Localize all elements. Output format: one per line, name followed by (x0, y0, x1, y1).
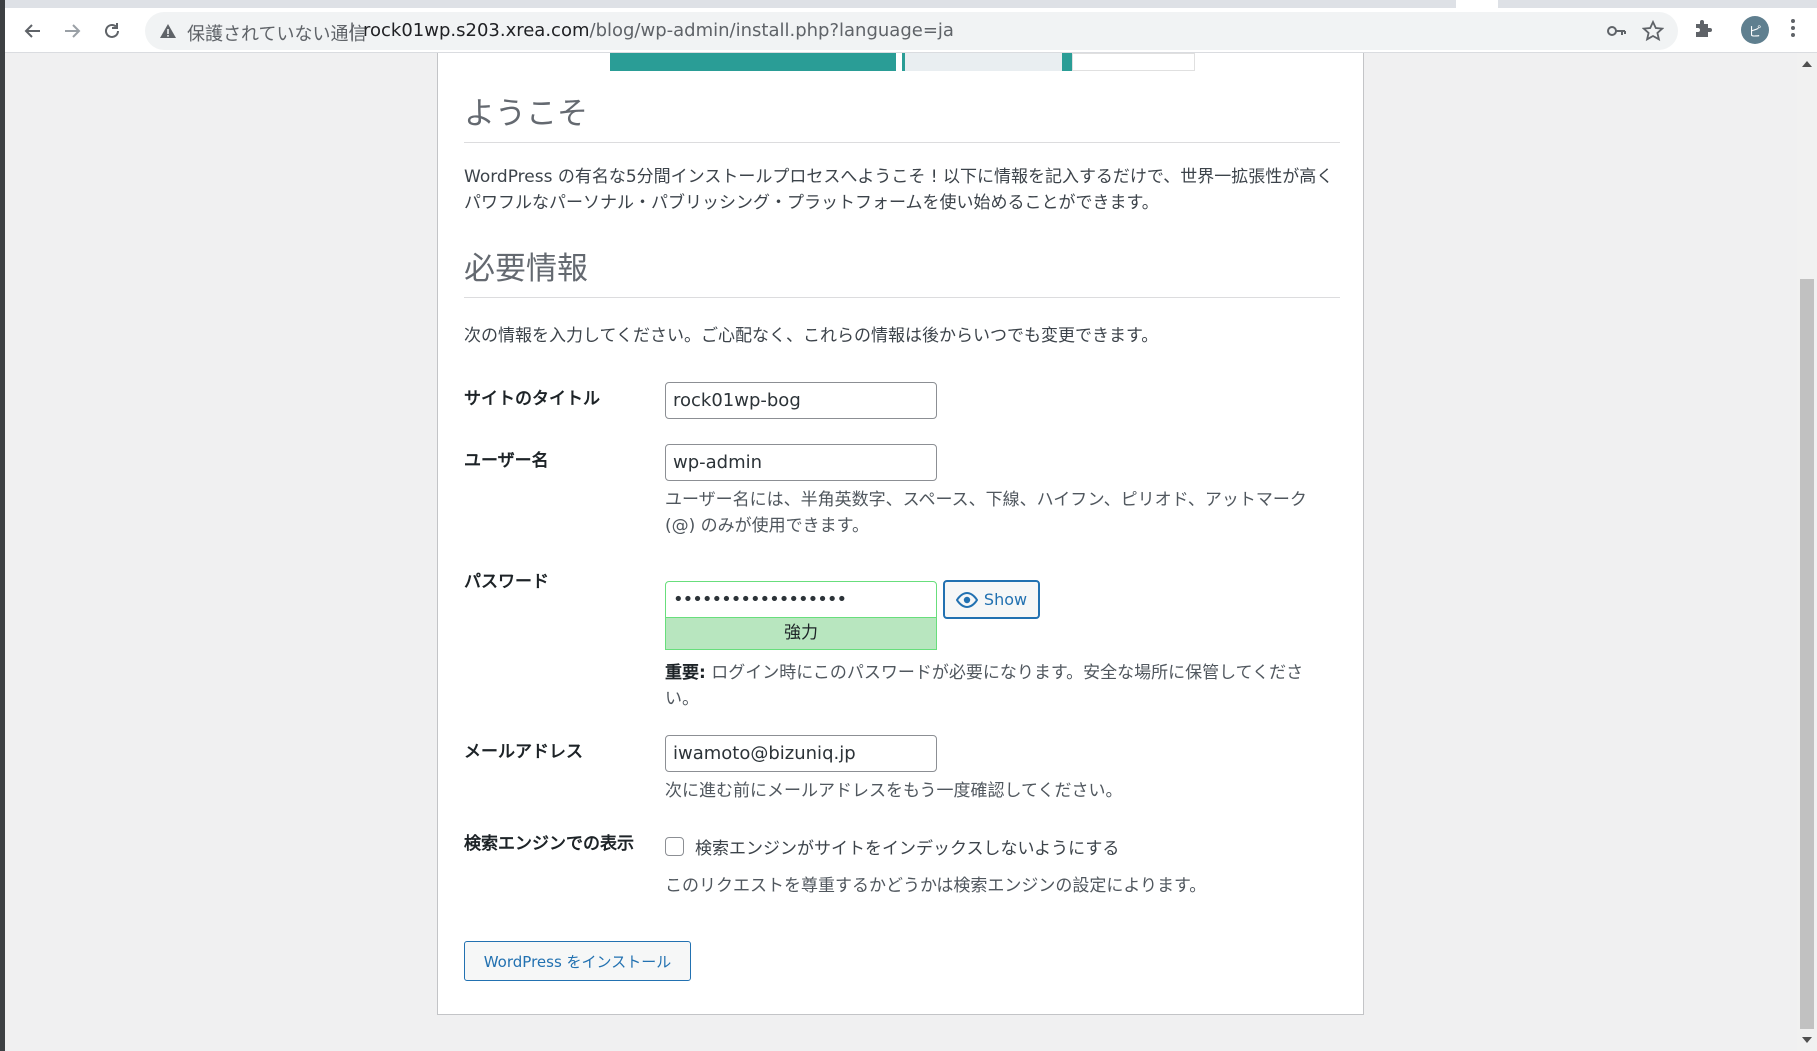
password-label: パスワード (464, 572, 549, 592)
show-password-button[interactable]: Show (943, 580, 1040, 619)
install-wordpress-button[interactable]: WordPress をインストール (464, 941, 691, 981)
username-label: ユーザー名 (464, 451, 549, 471)
extensions-icon[interactable] (1692, 18, 1714, 40)
tab-strip (5, 0, 1817, 8)
scroll-thumb[interactable] (1800, 279, 1814, 1029)
divider (464, 297, 1340, 298)
url-path: /blog/wp-admin/install.php?language=ja (589, 20, 954, 41)
url-divider: | (349, 20, 356, 41)
show-password-label: Show (983, 590, 1028, 609)
password-description-text: ログイン時にこのパスワードが必要になります。安全な場所に保管してください。 (665, 663, 1304, 709)
wordpress-logo-banner (610, 53, 1195, 71)
warning-icon (160, 24, 176, 38)
required-info-text: 次の情報を入力してください。ご心配なく、これらの情報は後からいつでも変更できます… (464, 326, 1159, 346)
site-title-label: サイトのタイトル (464, 389, 600, 409)
welcome-title: ようこそ (464, 96, 588, 132)
reload-icon (105, 23, 119, 38)
required-info-title: 必要情報 (464, 251, 588, 287)
email-label: メールアドレス (464, 742, 583, 762)
url-text: rock01wp.s203.xrea.com/blog/wp-admin/ins… (363, 20, 954, 41)
reload-button[interactable] (95, 14, 129, 48)
scroll-up-arrow-icon[interactable] (1802, 61, 1812, 67)
divider (464, 142, 1340, 143)
url-host: rock01wp.s203.xrea.com (363, 20, 590, 41)
email-description: 次に進む前にメールアドレスをもう一度確認してください。 (665, 781, 1123, 801)
search-visibility-label: 検索エンジンでの表示 (464, 834, 634, 854)
install-card: ようこそ WordPress の有名な5分間インストールプロセスへようこそ ! … (437, 53, 1364, 1015)
back-arrow-icon (24, 24, 40, 38)
important-label: 重要: (665, 663, 706, 683)
profile-avatar[interactable]: ピ (1741, 16, 1769, 44)
forward-button[interactable] (55, 14, 89, 48)
window-edge (0, 0, 5, 1051)
username-description: ユーザー名には、半角英数字、スペース、下線、ハイフン、ピリオド、アットマーク (… (665, 490, 1307, 536)
security-label: 保護されていない通信 (187, 24, 367, 45)
menu-icon[interactable] (1789, 16, 1797, 42)
address-bar[interactable]: 保護されていない通信 | rock01wp.s203.xrea.com/blog… (145, 12, 1678, 50)
eye-icon (955, 591, 978, 608)
forward-arrow-icon (65, 24, 81, 38)
password-description: 重要: ログイン時にこのパスワードが必要になります。安全な場所に保管してください… (665, 660, 1305, 712)
back-button[interactable] (16, 14, 50, 48)
email-input[interactable]: iwamoto@bizuniq.jp (665, 735, 937, 772)
welcome-text: WordPress の有名な5分間インストールプロセスへようこそ ! 以下に情報… (464, 167, 1334, 213)
key-icon[interactable] (1605, 20, 1627, 42)
page-scrollbar[interactable] (1797, 53, 1817, 1051)
scroll-down-arrow-icon[interactable] (1802, 1037, 1812, 1043)
username-input[interactable]: wp-admin (665, 444, 937, 481)
site-title-input[interactable]: rock01wp-bog (665, 382, 937, 419)
browser-toolbar: 保護されていない通信 | rock01wp.s203.xrea.com/blog… (5, 0, 1817, 53)
search-visibility-checkbox[interactable] (665, 837, 684, 856)
star-icon[interactable] (1642, 20, 1664, 42)
password-input[interactable]: •••••••••••••••••• (665, 581, 937, 618)
search-visibility-checkbox-label[interactable]: 検索エンジンがサイトをインデックスしないようにする (695, 834, 1119, 859)
search-visibility-description: このリクエストを尊重するかどうかは検索エンジンの設定によります。 (665, 876, 1207, 896)
password-strength-indicator: 強力 (665, 618, 937, 650)
